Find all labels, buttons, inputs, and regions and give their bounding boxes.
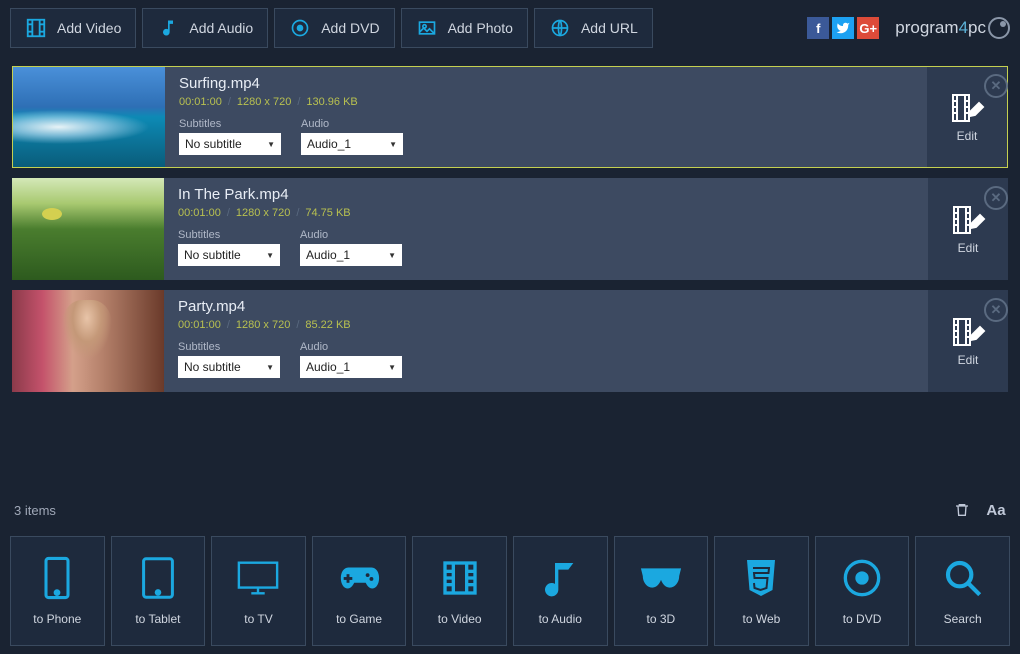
top-toolbar: Add Video Add Audio Add DVD Add Photo Ad… <box>0 0 1020 56</box>
tv-icon <box>236 556 280 600</box>
remove-button[interactable]: ✕ <box>984 74 1008 98</box>
status-bar: 3 items Aa <box>0 494 1020 526</box>
disc-icon <box>289 17 311 39</box>
tablet-icon <box>136 556 180 600</box>
subtitle-select[interactable]: No subtitle <box>178 356 280 378</box>
add-audio-label: Add Audio <box>189 20 253 36</box>
subtitle-label: Subtitles <box>178 341 280 353</box>
edit-label: Edit <box>958 241 979 255</box>
to-video-label: to Video <box>438 612 482 626</box>
add-audio-button[interactable]: Add Audio <box>142 8 268 48</box>
to-video-button[interactable]: to Video <box>412 536 507 646</box>
add-dvd-button[interactable]: Add DVD <box>274 8 394 48</box>
social-links: f G+ <box>807 17 879 39</box>
media-row[interactable]: Surfing.mp4 00:01:00/1280 x 720/130.96 K… <box>12 66 1008 168</box>
add-dvd-label: Add DVD <box>321 20 379 36</box>
media-title: Party.mp4 <box>178 298 914 315</box>
add-url-button[interactable]: Add URL <box>534 8 653 48</box>
media-info: In The Park.mp4 00:01:00/1280 x 720/74.7… <box>164 178 928 280</box>
twitter-button[interactable] <box>832 17 854 39</box>
subtitle-label: Subtitles <box>179 118 281 130</box>
search-label: Search <box>944 612 982 626</box>
subtitle-select[interactable]: No subtitle <box>179 133 281 155</box>
video-icon <box>438 556 482 600</box>
add-url-label: Add URL <box>581 20 638 36</box>
to-dvd-label: to DVD <box>843 612 882 626</box>
item-count: 3 items <box>14 503 56 518</box>
to-audio-button[interactable]: to Audio <box>513 536 608 646</box>
audio-label: Audio <box>300 341 402 353</box>
add-photo-label: Add Photo <box>448 20 513 36</box>
to-game-button[interactable]: to Game <box>312 536 407 646</box>
facebook-button[interactable]: f <box>807 17 829 39</box>
media-thumbnail[interactable] <box>13 67 165 167</box>
globe-icon <box>549 17 571 39</box>
audio-label: Audio <box>300 229 402 241</box>
media-list: Surfing.mp4 00:01:00/1280 x 720/130.96 K… <box>0 56 1020 402</box>
output-bar: to Phone to Tablet to TV to Game to Vide… <box>10 536 1010 646</box>
gamepad-icon <box>337 556 381 600</box>
to-3d-button[interactable]: to 3D <box>614 536 709 646</box>
subtitle-select[interactable]: No subtitle <box>178 244 280 266</box>
add-video-label: Add Video <box>57 20 121 36</box>
to-tv-label: to TV <box>244 612 272 626</box>
edit-label: Edit <box>957 129 978 143</box>
to-game-label: to Game <box>336 612 382 626</box>
add-video-button[interactable]: Add Video <box>10 8 136 48</box>
dvd-icon <box>840 556 884 600</box>
media-meta: 00:01:00/1280 x 720/74.75 KB <box>178 207 914 219</box>
brand-logo: program4pc <box>895 17 1010 39</box>
subtitle-label: Subtitles <box>178 229 280 241</box>
edit-label: Edit <box>958 353 979 367</box>
remove-button[interactable]: ✕ <box>984 186 1008 210</box>
edit-icon <box>952 203 984 235</box>
media-info: Surfing.mp4 00:01:00/1280 x 720/130.96 K… <box>165 67 927 167</box>
to-web-button[interactable]: to Web <box>714 536 809 646</box>
to-tv-button[interactable]: to TV <box>211 536 306 646</box>
to-phone-button[interactable]: to Phone <box>10 536 105 646</box>
edit-icon <box>952 315 984 347</box>
image-icon <box>416 17 438 39</box>
html5-icon <box>739 556 783 600</box>
search-icon <box>941 556 985 600</box>
add-photo-button[interactable]: Add Photo <box>401 8 528 48</box>
media-meta: 00:01:00/1280 x 720/85.22 KB <box>178 319 914 331</box>
to-audio-label: to Audio <box>539 612 582 626</box>
trash-button[interactable] <box>952 500 972 520</box>
media-title: In The Park.mp4 <box>178 186 914 203</box>
audio-select[interactable]: Audio_1 <box>301 133 403 155</box>
audio-icon <box>538 556 582 600</box>
to-3d-label: to 3D <box>647 612 676 626</box>
film-icon <box>25 17 47 39</box>
remove-button[interactable]: ✕ <box>984 298 1008 322</box>
media-thumbnail[interactable] <box>12 178 164 280</box>
to-tablet-button[interactable]: to Tablet <box>111 536 206 646</box>
googleplus-button[interactable]: G+ <box>857 17 879 39</box>
to-tablet-label: to Tablet <box>135 612 180 626</box>
media-row[interactable]: Party.mp4 00:01:00/1280 x 720/85.22 KB S… <box>12 290 1008 392</box>
to-dvd-button[interactable]: to DVD <box>815 536 910 646</box>
music-icon <box>157 17 179 39</box>
glasses3d-icon <box>639 556 683 600</box>
search-button[interactable]: Search <box>915 536 1010 646</box>
to-web-label: to Web <box>743 612 781 626</box>
to-phone-label: to Phone <box>33 612 81 626</box>
audio-label: Audio <box>301 118 403 130</box>
brand-circle-icon <box>988 17 1010 39</box>
media-row[interactable]: In The Park.mp4 00:01:00/1280 x 720/74.7… <box>12 178 1008 280</box>
media-info: Party.mp4 00:01:00/1280 x 720/85.22 KB S… <box>164 290 928 392</box>
audio-select[interactable]: Audio_1 <box>300 356 402 378</box>
edit-icon <box>951 91 983 123</box>
media-thumbnail[interactable] <box>12 290 164 392</box>
audio-select[interactable]: Audio_1 <box>300 244 402 266</box>
font-button[interactable]: Aa <box>986 500 1006 520</box>
phone-icon <box>35 556 79 600</box>
media-title: Surfing.mp4 <box>179 75 913 92</box>
media-meta: 00:01:00/1280 x 720/130.96 KB <box>179 96 913 108</box>
